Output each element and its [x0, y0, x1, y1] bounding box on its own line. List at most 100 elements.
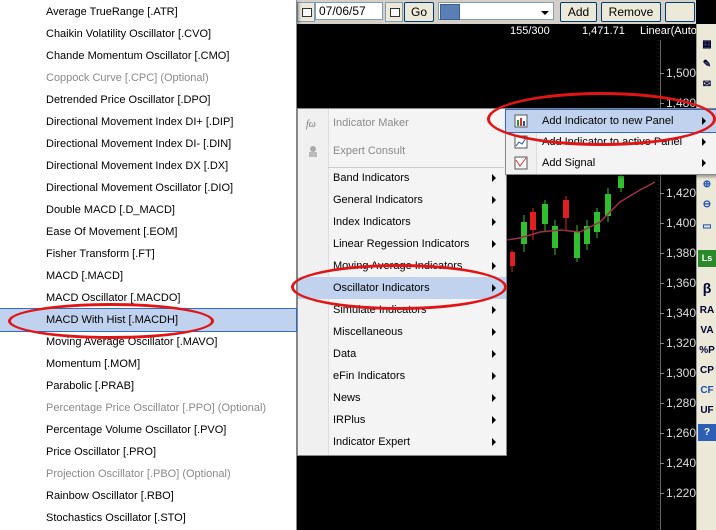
last-price: 1,471.71	[582, 25, 625, 37]
indicator-list-item[interactable]: Average TrueRange [.ATR]	[0, 1, 296, 23]
indicator-list-item[interactable]: MACD [.MACD]	[0, 265, 296, 287]
indicator-list-item[interactable]: Stochastics Oscillator [.STO]	[0, 507, 296, 529]
expert-icon	[309, 146, 317, 157]
toolbar-item-cf[interactable]: CF	[698, 382, 716, 399]
go-button[interactable]: Go	[404, 2, 434, 22]
window-icon[interactable]: ▭	[698, 218, 716, 235]
indicator-list-item[interactable]: Projection Oscillator [.PBO] (Optional)	[0, 463, 296, 485]
indicator-list-item[interactable]: Fisher Transform [.FT]	[0, 243, 296, 265]
menu-item-label: Indicator Expert	[333, 436, 411, 448]
toolbar-item-ra[interactable]: RA	[698, 302, 716, 319]
toolbar-item-x[interactable]: β	[698, 280, 716, 297]
submenu-arrow-icon	[702, 138, 706, 146]
indicator-list-item[interactable]: Momentum [.MOM]	[0, 353, 296, 375]
zoom-in-icon[interactable]: ⊕	[698, 176, 716, 193]
y-tick-label: 1,340	[659, 306, 697, 320]
submenu-arrow-icon	[492, 438, 496, 446]
menu-item-band-indicators[interactable]: Band Indicators	[298, 167, 506, 189]
menu-item-general-indicators[interactable]: General Indicators	[298, 189, 506, 211]
menu-item-miscellaneous[interactable]: Miscellaneous	[298, 321, 506, 343]
menu-item-label: Indicator Maker	[333, 117, 409, 129]
submenu-item-add-signal[interactable]: Add Signal	[506, 152, 716, 174]
toolbar-item-xp[interactable]: %P	[698, 342, 716, 359]
submenu-arrow-icon	[702, 159, 706, 167]
indicator-list-item[interactable]: Parabolic [.PRAB]	[0, 375, 296, 397]
notes-icon[interactable]: ✉	[698, 76, 716, 93]
indicator-list-item[interactable]: Chaikin Volatility Oscillator [.CVO]	[0, 23, 296, 45]
color-swatch	[440, 4, 460, 20]
add-button[interactable]: Add	[560, 2, 597, 22]
symbol-dropdown[interactable]	[438, 2, 554, 20]
toolbar-item-uf[interactable]: UF	[698, 402, 716, 419]
chevron-down-icon	[541, 11, 549, 15]
indicator-list-item[interactable]: MACD Oscillator [.MACDO]	[0, 287, 296, 309]
new-panel-icon	[514, 114, 528, 128]
indicator-menu: fω Indicator Maker Expert Consult Band Indi…	[297, 108, 507, 456]
indicator-list-item[interactable]: Directional Movement Index DI+ [.DIP]	[0, 111, 296, 133]
calendar-left-icon[interactable]	[297, 2, 315, 22]
indicator-list-item[interactable]: Directional Movement Index DI- [.DIN]	[0, 133, 296, 155]
toolbar-item-cp[interactable]: CP	[698, 362, 716, 379]
moving-average-line	[505, 181, 656, 241]
indicator-list-item[interactable]: Double MACD [.D_MACD]	[0, 199, 296, 221]
candle-group	[510, 172, 624, 272]
y-tick-label: 1,500	[659, 66, 697, 80]
submenu-arrow-icon	[492, 174, 496, 182]
grid-icon[interactable]: ▦	[698, 36, 716, 53]
indicator-list-item[interactable]: MACD With Hist [.MACDH]	[0, 308, 297, 332]
indicator-list-item[interactable]: Directional Movement Index DX [.DX]	[0, 155, 296, 177]
calendar-icon[interactable]	[385, 2, 403, 22]
menu-item-label: Index Indicators	[333, 216, 411, 228]
toolbar-item-va[interactable]: VA	[698, 322, 716, 339]
indicator-list-item[interactable]: Price Oscillator [.PRO]	[0, 441, 296, 463]
menu-item-indicator-expert[interactable]: Indicator Expert	[298, 431, 506, 453]
menu-item-simulate-indicators[interactable]: Simulate Indicators	[298, 299, 506, 321]
indicator-list-item[interactable]: Percentage Volume Oscillator [.PVO]	[0, 419, 296, 441]
menu-item-news[interactable]: News	[298, 387, 506, 409]
toolbar-extra-button[interactable]	[665, 2, 695, 22]
menu-item-expert-consult[interactable]: Expert Consult	[298, 140, 506, 162]
remove-button[interactable]: Remove	[601, 2, 661, 22]
submenu-arrow-icon	[702, 117, 706, 125]
y-tick-label: 1,400	[659, 216, 697, 230]
indicator-list-item[interactable]: Ease Of Movement [.EOM]	[0, 221, 296, 243]
indicator-list-item[interactable]: Percentage Price Oscillator [.PPO] (Opti…	[0, 397, 296, 419]
ls-icon[interactable]: Ls	[698, 250, 716, 267]
menu-item-label: Expert Consult	[333, 145, 406, 157]
menu-item-label: Simulate Indicators	[333, 304, 427, 316]
y-tick-label: 1,380	[659, 246, 697, 260]
submenu-item-label: Add Signal	[542, 157, 596, 169]
indicator-list-item[interactable]: Directional Movement Oscillator [.DIO]	[0, 177, 296, 199]
indicator-list-item[interactable]: Chande Momentum Oscillator [.CMO]	[0, 45, 296, 67]
submenu-arrow-icon	[492, 262, 496, 270]
indicator-list-item[interactable]: Detrended Price Oscillator [.DPO]	[0, 89, 296, 111]
toolbar-item-x[interactable]: ?	[698, 424, 716, 441]
menu-item-label: Data	[333, 348, 357, 360]
add-indicator-submenu: Add Indicator to new Panel Add Indicator …	[505, 108, 716, 175]
submenu-arrow-icon	[492, 372, 496, 380]
menu-item-oscillator-indicators[interactable]: Oscillator Indicators	[298, 277, 506, 299]
indicator-list-item[interactable]: Moving Average Oscillator [.MAVO]	[0, 331, 296, 353]
submenu-item-add-indicator-to-new-panel[interactable]: Add Indicator to new Panel	[505, 109, 716, 133]
menu-item-index-indicators[interactable]: Index Indicators	[298, 211, 506, 233]
signal-icon	[514, 156, 528, 170]
menu-item-efin-indicators[interactable]: eFin Indicators	[298, 365, 506, 387]
menu-item-data[interactable]: Data	[298, 343, 506, 365]
menu-item-irplus[interactable]: IRPlus	[298, 409, 506, 431]
submenu-item-add-indicator-to-active-panel[interactable]: Add Indicator to active Panel	[506, 131, 716, 153]
y-tick-label: 1,240	[659, 456, 697, 470]
indicator-list-item[interactable]: Rainbow Oscillator [.RBO]	[0, 485, 296, 507]
submenu-arrow-icon	[492, 350, 496, 358]
svg-text:fω: fω	[306, 119, 316, 130]
date-input[interactable]	[315, 2, 383, 20]
zoom-out-icon[interactable]: ⊖	[698, 196, 716, 213]
submenu-arrow-icon	[492, 196, 496, 204]
menu-item-moving-average-indicators[interactable]: Moving Average Indicators	[298, 255, 506, 277]
y-tick-label: 1,300	[659, 366, 697, 380]
menu-item-linear-regession-indicators[interactable]: Linear Regession Indicators	[298, 233, 506, 255]
submenu-arrow-icon	[492, 328, 496, 336]
menu-item-indicator-maker[interactable]: fω Indicator Maker	[298, 112, 506, 134]
indicator-list-item[interactable]: Coppock Curve [.CPC] (Optional)	[0, 67, 296, 89]
oscillator-indicator-list: Average TrueRange [.ATR] Chaikin Volatili…	[0, 0, 297, 530]
settings-icon[interactable]: ✎	[698, 56, 716, 73]
